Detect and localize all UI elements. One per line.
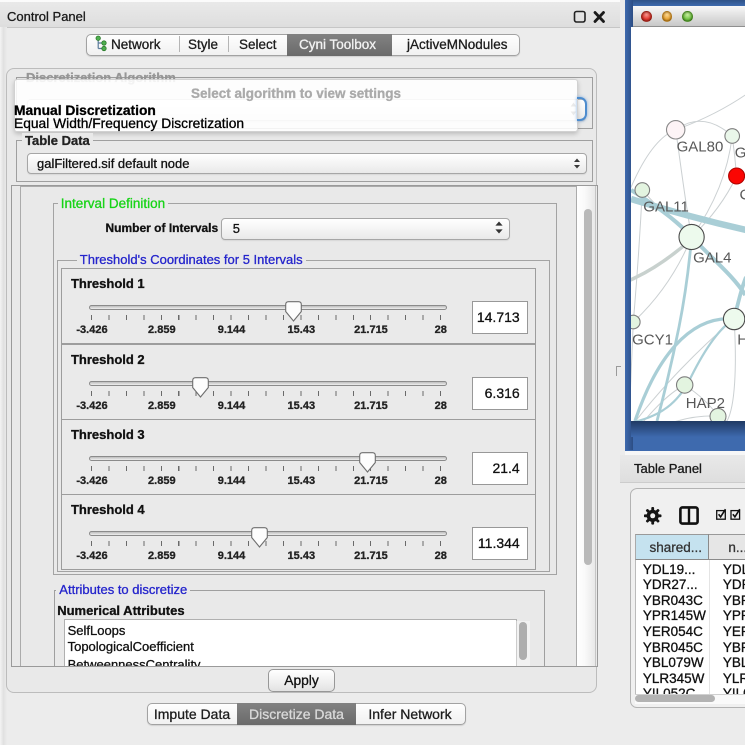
svg-text:GCY1: GCY1 [632,332,673,349]
svg-text:GAL11: GAL11 [643,199,689,216]
svg-text:GA: GA [734,144,745,161]
svg-text:H: H [737,332,745,349]
svg-text:C: C [739,187,745,204]
svg-text:GAL4: GAL4 [693,250,731,267]
svg-text:GAL80: GAL80 [676,138,723,155]
svg-text:HAP2: HAP2 [685,395,724,412]
